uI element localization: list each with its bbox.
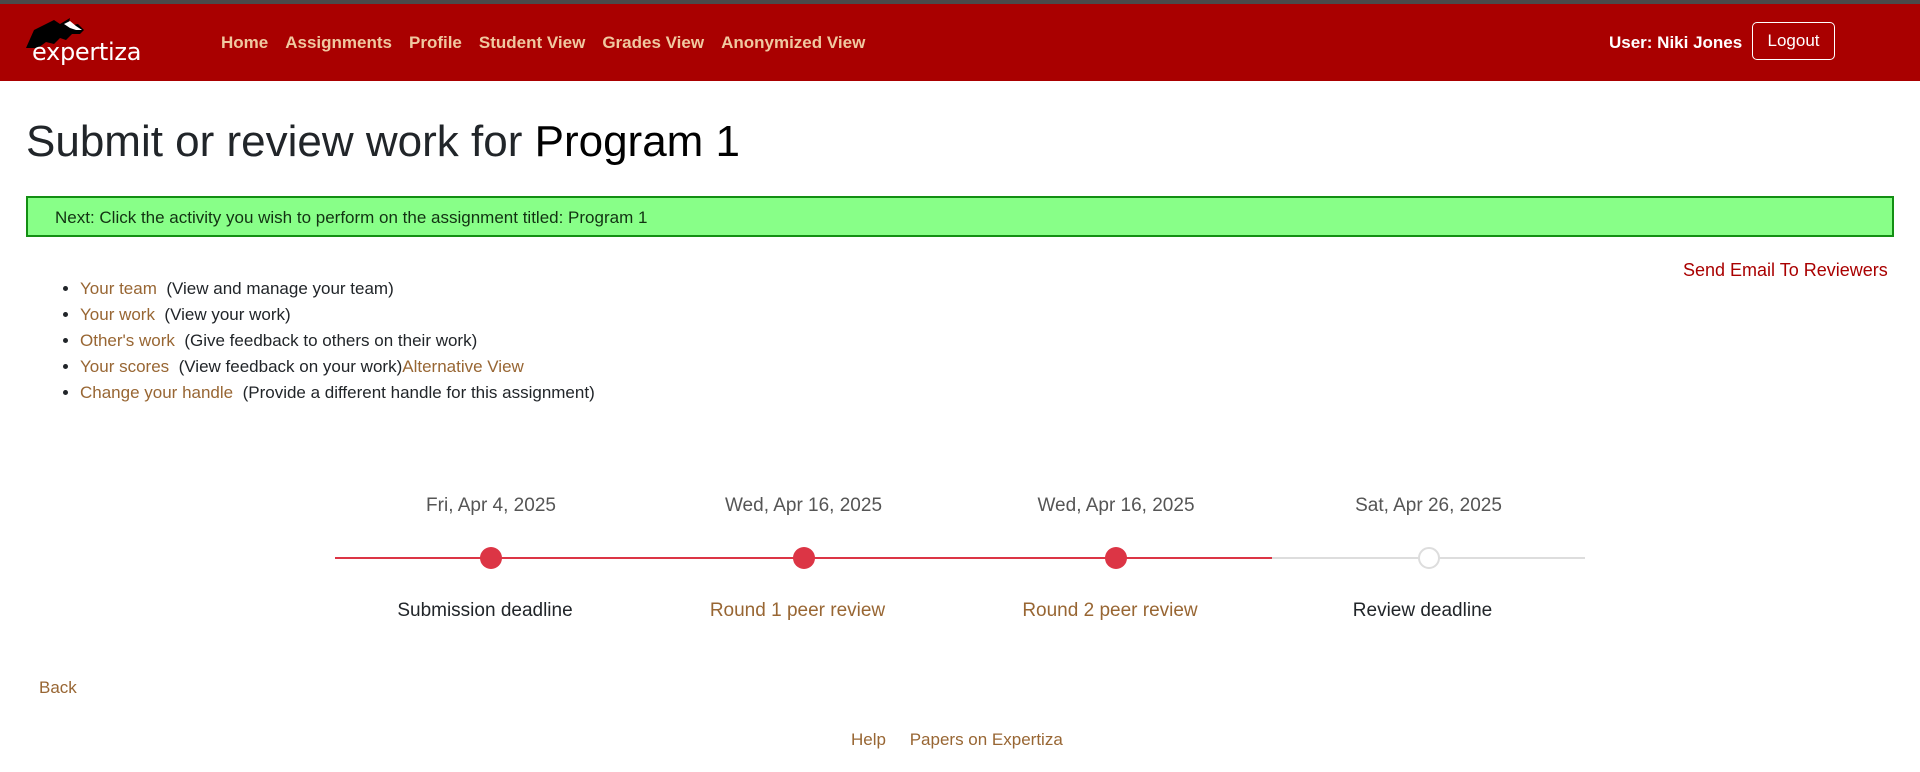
timeline-date: Sat, Apr 26, 2025	[1355, 495, 1502, 516]
nav-student-view[interactable]: Student View	[479, 33, 585, 53]
main-nav: Home Assignments Profile Student View Gr…	[221, 4, 882, 81]
current-user-label: User: Niki Jones	[1609, 33, 1743, 52]
list-item: Your scores (View feedback on your work)…	[80, 354, 595, 380]
your-scores-link[interactable]: Your scores	[80, 357, 169, 376]
back-link[interactable]: Back	[39, 678, 77, 698]
activity-description: (View and manage your team)	[166, 279, 394, 298]
timeline-date: Fri, Apr 4, 2025	[426, 495, 556, 516]
logo-wordmark: expertiza	[32, 38, 142, 66]
nav-home[interactable]: Home	[221, 33, 268, 53]
timeline-date: Wed, Apr 16, 2025	[724, 495, 883, 516]
timeline-label-link[interactable]: Round 2 peer review	[980, 600, 1240, 622]
assignment-name: Program 1	[534, 117, 741, 166]
timeline-label: Review deadline	[1352, 600, 1493, 621]
timeline-dot	[792, 547, 815, 569]
change-handle-link[interactable]: Change your handle	[80, 383, 233, 402]
activity-description: (View your work)	[164, 305, 291, 324]
list-item: Your work (View your work)	[80, 302, 595, 328]
timeline-dot	[1105, 547, 1127, 569]
page-title: Submit or review work for Program 1	[26, 117, 740, 167]
flash-message-text: Next: Click the activity you wish to per…	[55, 208, 648, 227]
page-title-prefix: Submit or review work for	[26, 117, 523, 166]
footer: Help Papers on Expertiza	[851, 730, 1082, 750]
your-work-link[interactable]: Your work	[80, 305, 155, 324]
timeline-dot	[1417, 547, 1440, 569]
nav-grades-view[interactable]: Grades View	[602, 33, 704, 53]
timeline-label: Submission deadline	[397, 600, 573, 621]
nav-profile[interactable]: Profile	[409, 33, 462, 53]
timeline-date: Wed, Apr 16, 2025	[1037, 495, 1195, 516]
activity-description: (View feedback on your work)	[178, 357, 403, 376]
list-item: Change your handle (Provide a different …	[80, 380, 595, 406]
list-item: Other's work (Give feedback to others on…	[80, 328, 595, 354]
navbar: expertiza Home Assignments Profile Stude…	[0, 4, 1920, 81]
your-team-link[interactable]: Your team	[80, 279, 157, 298]
activity-list: Your team (View and manage your team) Yo…	[56, 276, 595, 406]
logout-button[interactable]: Logout	[1752, 22, 1835, 60]
list-item: Your team (View and manage your team)	[80, 276, 595, 302]
papers-on-expertiza-link[interactable]: Papers on Expertiza	[910, 730, 1063, 749]
deadline-timeline: Fri, Apr 4, 2025 Submission deadline Wed, …	[0, 490, 1920, 622]
alternative-view-link[interactable]: Alternative View	[402, 357, 524, 376]
timeline-label-link[interactable]: Round 1 peer review	[668, 600, 928, 622]
nav-assignments[interactable]: Assignments	[285, 33, 392, 53]
timeline-dot	[480, 547, 502, 569]
expertiza-logo[interactable]: expertiza	[24, 18, 144, 68]
flash-message: Next: Click the activity you wish to per…	[26, 196, 1894, 237]
others-work-link[interactable]: Other's work	[80, 331, 175, 350]
nav-anonymized-view[interactable]: Anonymized View	[721, 33, 865, 53]
activity-description: (Provide a different handle for this ass…	[242, 383, 595, 402]
activity-description: (Give feedback to others on their work)	[184, 331, 478, 350]
send-email-to-reviewers-link[interactable]: Send Email To Reviewers	[1683, 260, 1888, 281]
help-link[interactable]: Help	[851, 730, 886, 749]
